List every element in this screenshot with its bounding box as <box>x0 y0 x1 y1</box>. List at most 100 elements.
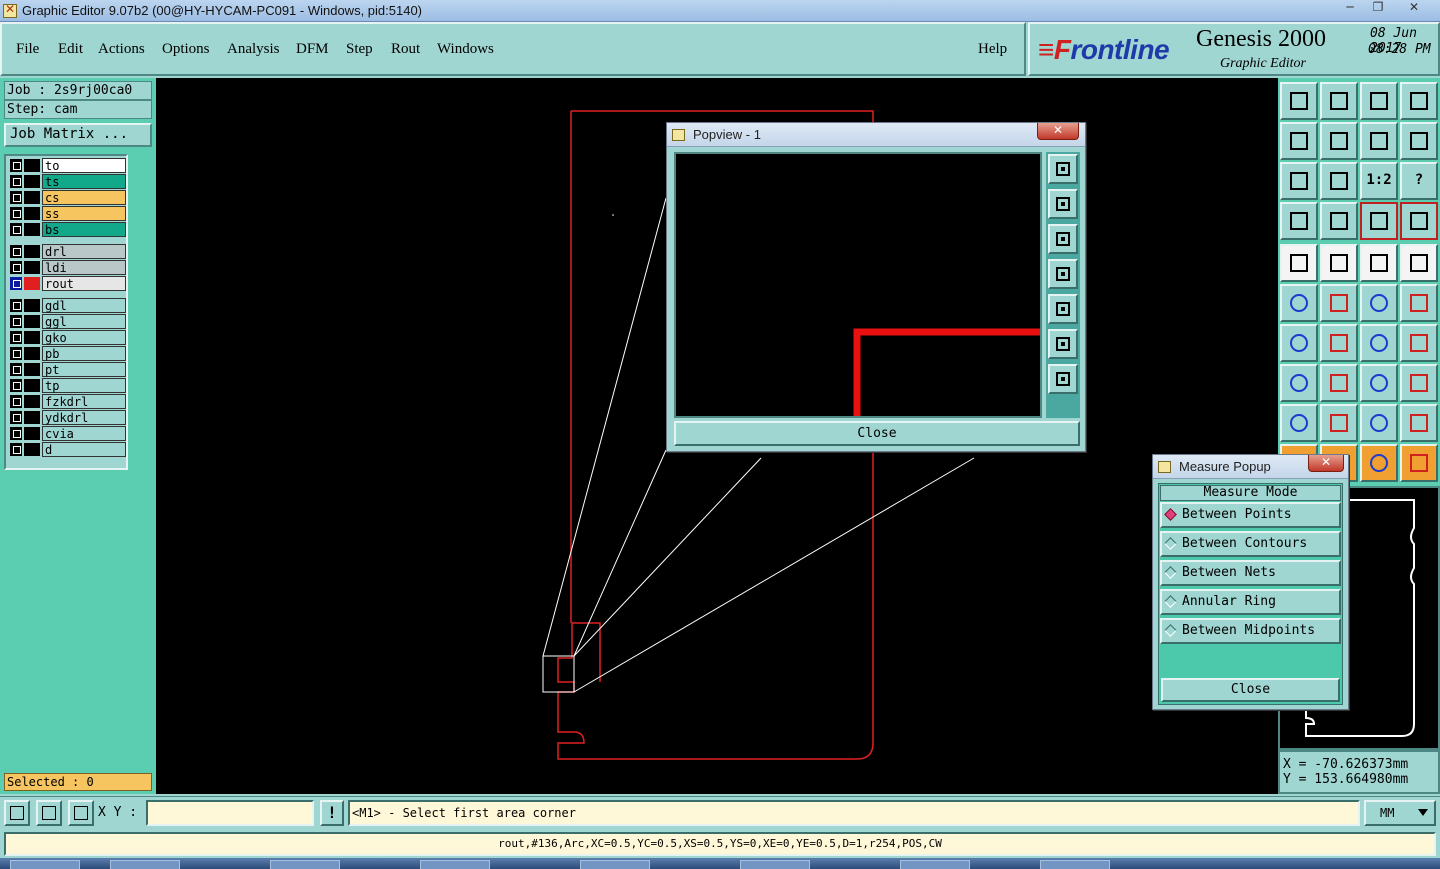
menu-edit[interactable]: Edit <box>58 41 83 58</box>
layer-checkbox[interactable] <box>10 363 22 376</box>
arch-icon[interactable] <box>1360 404 1398 442</box>
popview-close-x[interactable]: ✕ <box>1037 123 1079 140</box>
menu-actions[interactable]: Actions <box>98 41 145 58</box>
layer-name[interactable]: bs <box>42 222 126 237</box>
layer-row-d[interactable]: d <box>8 442 126 457</box>
save-icon[interactable] <box>1320 82 1358 120</box>
mode-annular-ring[interactable]: Annular Ring <box>1160 589 1341 615</box>
layer-name[interactable]: ggl <box>42 314 126 329</box>
point-blue-icon[interactable] <box>1400 284 1438 322</box>
xy-input[interactable] <box>146 800 314 826</box>
popview-view[interactable] <box>674 152 1042 418</box>
layer-checkbox[interactable] <box>10 395 22 408</box>
layer-name[interactable]: pb <box>42 346 126 361</box>
mode-between-points[interactable]: Between Points <box>1160 502 1341 528</box>
taskbar-item[interactable] <box>580 860 650 869</box>
taskbar-item[interactable] <box>900 860 970 869</box>
pv-zoom-icon[interactable] <box>1048 154 1078 184</box>
angle-icon[interactable] <box>1280 324 1318 362</box>
taskbar-item[interactable] <box>110 860 180 869</box>
pointer-icon[interactable] <box>1360 444 1398 482</box>
close-window-button[interactable]: ✕ <box>1398 0 1430 18</box>
layer-checkbox[interactable] <box>10 245 22 258</box>
help-icon[interactable]: ? <box>1400 162 1438 200</box>
layer-checkbox[interactable] <box>10 223 22 236</box>
mode-between-contours[interactable]: Between Contours <box>1160 531 1341 557</box>
layer-row-gdl[interactable]: gdl <box>8 298 126 313</box>
swap-icon[interactable] <box>1360 122 1398 160</box>
pv-pan-up-icon[interactable] <box>1048 189 1078 219</box>
layer-name[interactable]: ts <box>42 174 126 189</box>
layer-name[interactable]: drl <box>42 244 126 259</box>
layer-name[interactable]: ydkdrl <box>42 410 126 425</box>
mirror-icon[interactable] <box>1400 122 1438 160</box>
alert-button[interactable]: ! <box>320 800 344 826</box>
layer-name[interactable]: pt <box>42 362 126 377</box>
menu-dfm[interactable]: DFM <box>296 41 329 58</box>
layer-name[interactable]: d <box>42 442 126 457</box>
mode-between-midpoints[interactable]: Between Midpoints <box>1160 618 1341 644</box>
popview-close-button[interactable]: Close <box>674 421 1080 446</box>
point-red-icon[interactable] <box>1360 284 1398 322</box>
pv-pan-left-icon[interactable] <box>1048 259 1078 289</box>
scale-icon[interactable]: 1:2 <box>1360 162 1398 200</box>
layer-checkbox[interactable] <box>10 277 22 290</box>
move-left-icon[interactable] <box>1280 122 1318 160</box>
layer-name[interactable]: cvia <box>42 426 126 441</box>
layer-row-fzkdrl[interactable]: fzkdrl <box>8 394 126 409</box>
taskbar-item[interactable] <box>420 860 490 869</box>
center-icon[interactable] <box>1320 162 1358 200</box>
layer-checkbox[interactable] <box>10 261 22 274</box>
connect-icon[interactable] <box>1280 284 1318 322</box>
minus-icon[interactable] <box>1320 364 1358 402</box>
pad-icon[interactable] <box>1280 244 1318 282</box>
layer-row-gko[interactable]: gko <box>8 330 126 345</box>
circle-icon[interactable] <box>1400 244 1438 282</box>
measure-close-x[interactable]: ✕ <box>1308 455 1344 472</box>
fit-icon[interactable] <box>1280 162 1318 200</box>
measure-close-button[interactable]: Close <box>1161 678 1340 702</box>
rotate-icon[interactable] <box>1360 324 1398 362</box>
layer-row-ldi[interactable]: ldi <box>8 260 126 275</box>
layer-row-drl[interactable]: drl <box>8 244 126 259</box>
shapes-icon[interactable] <box>1400 364 1438 402</box>
measure-mode-icon[interactable] <box>36 800 62 826</box>
diagonal-icon[interactable] <box>1320 324 1358 362</box>
window-icon[interactable] <box>1400 82 1438 120</box>
arrow-up-icon[interactable] <box>1320 404 1358 442</box>
line-draw-icon[interactable] <box>1320 244 1358 282</box>
layer-row-pb[interactable]: pb <box>8 346 126 361</box>
ruler-icon[interactable] <box>1360 244 1398 282</box>
layer-row-ss[interactable]: ss <box>8 206 126 221</box>
taskbar-item[interactable] <box>270 860 340 869</box>
taskbar-item[interactable] <box>10 860 80 869</box>
taskbar-item[interactable] <box>740 860 810 869</box>
pv-pan-right-icon[interactable] <box>1048 294 1078 324</box>
layer-name[interactable]: cs <box>42 190 126 205</box>
layer-checkbox[interactable] <box>10 175 22 188</box>
layer-row-pt[interactable]: pt <box>8 362 126 377</box>
arrow-tool-icon[interactable] <box>1400 444 1438 482</box>
layer-checkbox[interactable] <box>10 443 22 456</box>
layer-checkbox[interactable] <box>10 379 22 392</box>
flip-text-icon[interactable] <box>1400 324 1438 362</box>
layer-row-cvia[interactable]: cvia <box>8 426 126 441</box>
taskbar-item[interactable] <box>1040 860 1110 869</box>
move-right-icon[interactable] <box>1320 122 1358 160</box>
settings-icon[interactable] <box>1280 202 1318 240</box>
menu-options[interactable]: Options <box>162 41 210 58</box>
menu-file[interactable]: File <box>16 41 39 58</box>
layers-red-icon[interactable] <box>1400 202 1438 240</box>
layer-checkbox[interactable] <box>10 191 22 204</box>
layer-row-to[interactable]: to <box>8 158 126 173</box>
menu-analysis[interactable]: Analysis <box>227 41 280 58</box>
open-step-icon[interactable] <box>1280 82 1318 120</box>
layers-icon[interactable] <box>1360 202 1398 240</box>
snap-icon[interactable] <box>1320 202 1358 240</box>
arch-blue-icon[interactable] <box>1400 404 1438 442</box>
pv-pan-down-icon[interactable] <box>1048 224 1078 254</box>
units-select[interactable]: MM <box>1364 800 1436 826</box>
layer-name[interactable]: fzkdrl <box>42 394 126 409</box>
menu-step[interactable]: Step <box>346 41 373 58</box>
layer-checkbox[interactable] <box>10 299 22 312</box>
